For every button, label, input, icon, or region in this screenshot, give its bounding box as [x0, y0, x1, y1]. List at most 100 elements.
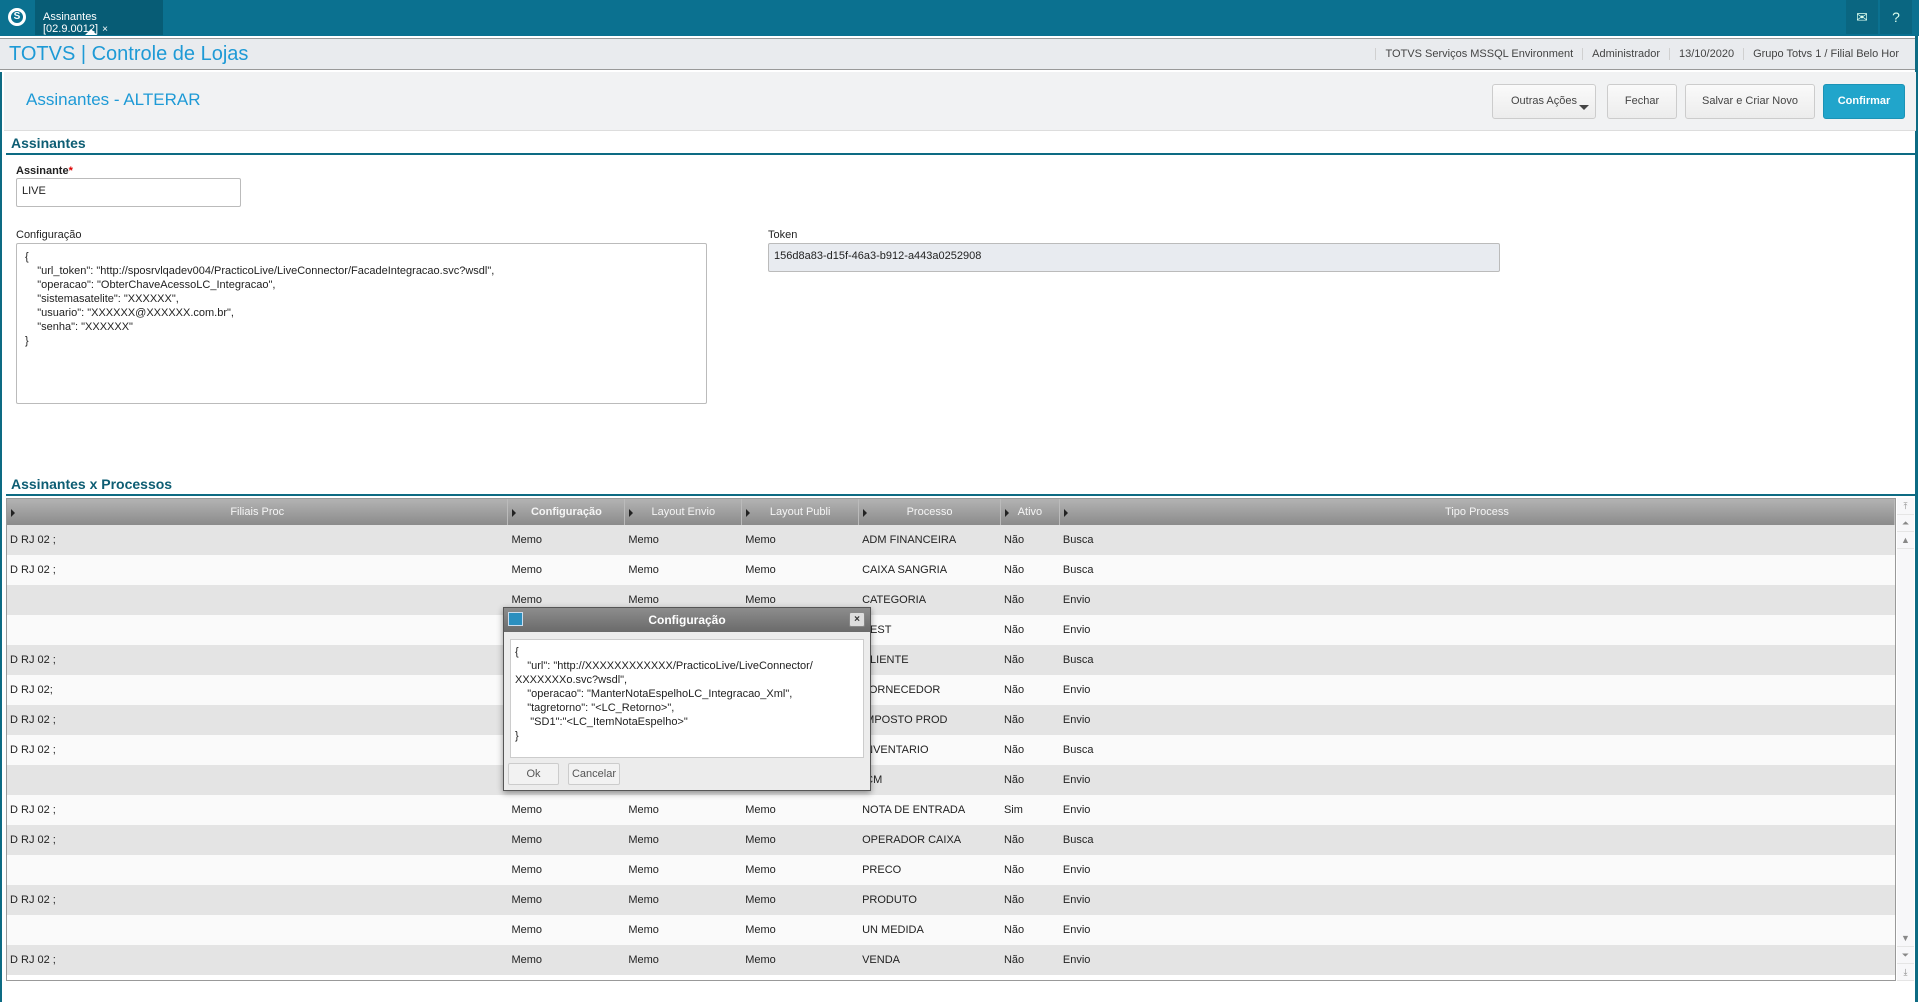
- table-row[interactable]: D RJ 02 ;MemoMemoMemoIMPOSTO PRODNãoEnvi…: [7, 705, 1895, 735]
- cell-filiais-proc[interactable]: [7, 915, 508, 945]
- table-row[interactable]: D RJ 02;MemoMemoMemoFORNECEDORNãoEnvio: [7, 675, 1895, 705]
- tab-assinantes[interactable]: Assinantes [02.9.0012] ×: [35, 0, 163, 35]
- cell-ativo[interactable]: Não: [1001, 585, 1060, 615]
- cell-layout-envio[interactable]: Memo: [625, 525, 742, 555]
- cell-processo[interactable]: CEST: [859, 615, 1001, 645]
- column-header-tipo-process[interactable]: Tipo Process: [1060, 499, 1895, 525]
- column-header-layout-envio[interactable]: Layout Envio: [625, 499, 743, 525]
- cell-filiais-proc[interactable]: D RJ 02 ;: [7, 825, 508, 855]
- cell-filiais-proc[interactable]: D RJ 02 ;: [7, 945, 508, 975]
- cell-ativo[interactable]: Não: [1001, 945, 1060, 975]
- cell-filiais-proc[interactable]: D RJ 02 ;: [7, 885, 508, 915]
- cell-ativo[interactable]: Não: [1001, 555, 1060, 585]
- cell-configuracao[interactable]: Memo: [508, 525, 625, 555]
- ok-button[interactable]: Ok: [508, 763, 559, 785]
- cell-layout-envio[interactable]: Memo: [625, 945, 742, 975]
- totvs-logo-icon[interactable]: S: [8, 8, 26, 26]
- cell-filiais-proc[interactable]: [7, 765, 508, 795]
- cell-layout-envio[interactable]: Memo: [625, 795, 742, 825]
- scroll-bottom-icon[interactable]: ⤓: [1897, 964, 1914, 981]
- cell-layout-publi[interactable]: Memo: [742, 525, 859, 555]
- cell-ativo[interactable]: Não: [1001, 525, 1060, 555]
- cell-layout-publi[interactable]: Memo: [742, 825, 859, 855]
- cell-layout-publi[interactable]: Memo: [742, 855, 859, 885]
- cell-layout-publi[interactable]: Memo: [742, 885, 859, 915]
- cell-processo[interactable]: ADM FINANCEIRA: [859, 525, 1001, 555]
- cell-ativo[interactable]: Não: [1001, 765, 1060, 795]
- cell-layout-envio[interactable]: Memo: [625, 915, 742, 945]
- token-input[interactable]: 156d8a83-d15f-46a3-b912-a443a0252908: [768, 243, 1500, 272]
- table-row[interactable]: D RJ 02 ; Memo Memo Memo ADM FINANCEIRA Não Bu…: [7, 525, 1895, 555]
- cell-ativo[interactable]: Não: [1001, 915, 1060, 945]
- mail-icon[interactable]: ✉: [1846, 0, 1878, 34]
- table-row[interactable]: D RJ 02 ;MemoMemoMemoINVENTARIONãoBusca: [7, 735, 1895, 765]
- cell-tipo-process[interactable]: Envio: [1060, 585, 1895, 615]
- salvar-criar-novo-button[interactable]: Salvar e Criar Novo: [1685, 84, 1815, 119]
- cell-tipo-process[interactable]: Envio: [1060, 945, 1895, 975]
- cell-processo[interactable]: CAIXA SANGRIA: [859, 555, 1001, 585]
- cell-configuracao[interactable]: Memo: [508, 945, 625, 975]
- cell-tipo-process[interactable]: Envio: [1060, 765, 1895, 795]
- dialog-content-textarea[interactable]: { "url": "http://XXXXXXXXXXXX/PracticoLi…: [510, 639, 864, 758]
- cell-processo[interactable]: PRECO: [859, 855, 1001, 885]
- cell-filiais-proc[interactable]: D RJ 02 ;: [7, 525, 508, 555]
- assinante-input[interactable]: LIVE: [16, 178, 241, 207]
- cell-processo[interactable]: VENDA: [859, 945, 1001, 975]
- cell-ativo[interactable]: Não: [1001, 855, 1060, 885]
- close-icon[interactable]: ×: [849, 612, 865, 627]
- cell-tipo-process[interactable]: Busca: [1060, 555, 1895, 585]
- cell-tipo-process[interactable]: Envio: [1060, 675, 1895, 705]
- cell-filiais-proc[interactable]: [7, 585, 508, 615]
- grid-scrollbar[interactable]: ⤒ ⏶ ▲ ▼ ⏷ ⤓: [1897, 498, 1914, 981]
- cell-tipo-process[interactable]: Busca: [1060, 645, 1895, 675]
- help-icon[interactable]: ?: [1880, 0, 1912, 34]
- cell-processo[interactable]: FORNECEDOR: [859, 675, 1001, 705]
- cell-ativo[interactable]: Não: [1001, 885, 1060, 915]
- cancelar-button[interactable]: Cancelar: [568, 763, 620, 785]
- table-row[interactable]: Memo Memo Memo UN MEDIDA Não Envio: [7, 915, 1895, 945]
- tab-close-icon[interactable]: ×: [102, 24, 108, 35]
- table-row[interactable]: D RJ 02 ; Memo Memo Memo NOTA DE ENTRADA Sim E…: [7, 795, 1895, 825]
- cell-ativo[interactable]: Não: [1001, 705, 1060, 735]
- cell-tipo-process[interactable]: Envio: [1060, 795, 1895, 825]
- cell-layout-publi[interactable]: Memo: [742, 945, 859, 975]
- cell-processo[interactable]: IMPOSTO PROD: [859, 705, 1001, 735]
- cell-tipo-process[interactable]: Envio: [1060, 885, 1895, 915]
- cell-ativo[interactable]: Não: [1001, 735, 1060, 765]
- table-row[interactable]: Memo Memo Memo PRECO Não Envio: [7, 855, 1895, 885]
- scroll-up-icon[interactable]: ▲: [1897, 532, 1914, 549]
- cell-layout-envio[interactable]: Memo: [625, 885, 742, 915]
- cell-tipo-process[interactable]: Envio: [1060, 705, 1895, 735]
- cell-tipo-process[interactable]: Envio: [1060, 915, 1895, 945]
- cell-configuracao[interactable]: Memo: [508, 855, 625, 885]
- table-row[interactable]: MemoMemoMemoICMNãoEnvio: [7, 765, 1895, 795]
- cell-layout-envio[interactable]: Memo: [625, 855, 742, 885]
- cell-tipo-process[interactable]: Envio: [1060, 615, 1895, 645]
- table-row[interactable]: MemoMemoMemoCESTNãoEnvio: [7, 615, 1895, 645]
- cell-filiais-proc[interactable]: [7, 615, 508, 645]
- cell-processo[interactable]: OPERADOR CAIXA: [859, 825, 1001, 855]
- scroll-top-icon[interactable]: ⤒: [1897, 498, 1914, 515]
- outras-acoes-button[interactable]: Outras Ações: [1492, 84, 1596, 119]
- column-header-configuracao[interactable]: Configuração: [508, 499, 626, 525]
- cell-configuracao[interactable]: Memo: [508, 885, 625, 915]
- cell-ativo[interactable]: Sim: [1001, 795, 1060, 825]
- company-label[interactable]: Grupo Totvs 1 / Filial Belo Hor: [1743, 48, 1908, 60]
- cell-filiais-proc[interactable]: [7, 855, 508, 885]
- cell-filiais-proc[interactable]: D RJ 02 ;: [7, 795, 508, 825]
- scroll-page-down-icon[interactable]: ⏷: [1897, 947, 1914, 964]
- cell-tipo-process[interactable]: Busca: [1060, 825, 1895, 855]
- cell-ativo[interactable]: Não: [1001, 675, 1060, 705]
- cell-processo[interactable]: ICM: [859, 765, 1001, 795]
- scroll-page-up-icon[interactable]: ⏶: [1897, 515, 1914, 532]
- cell-processo[interactable]: CATEGORIA: [859, 585, 1001, 615]
- cell-layout-envio[interactable]: Memo: [625, 555, 742, 585]
- fechar-button[interactable]: Fechar: [1607, 84, 1677, 119]
- scroll-track[interactable]: [1897, 549, 1914, 930]
- cell-filiais-proc[interactable]: D RJ 02 ;: [7, 705, 508, 735]
- cell-configuracao[interactable]: Memo: [508, 555, 625, 585]
- cell-ativo[interactable]: Não: [1001, 615, 1060, 645]
- column-header-processo[interactable]: Processo: [859, 499, 1001, 525]
- table-row[interactable]: D RJ 02 ; Memo Memo Memo VENDA Não Envio: [7, 945, 1895, 975]
- table-row[interactable]: D RJ 02 ; Memo Memo Memo OPERADOR CAIXA Não Bu…: [7, 825, 1895, 855]
